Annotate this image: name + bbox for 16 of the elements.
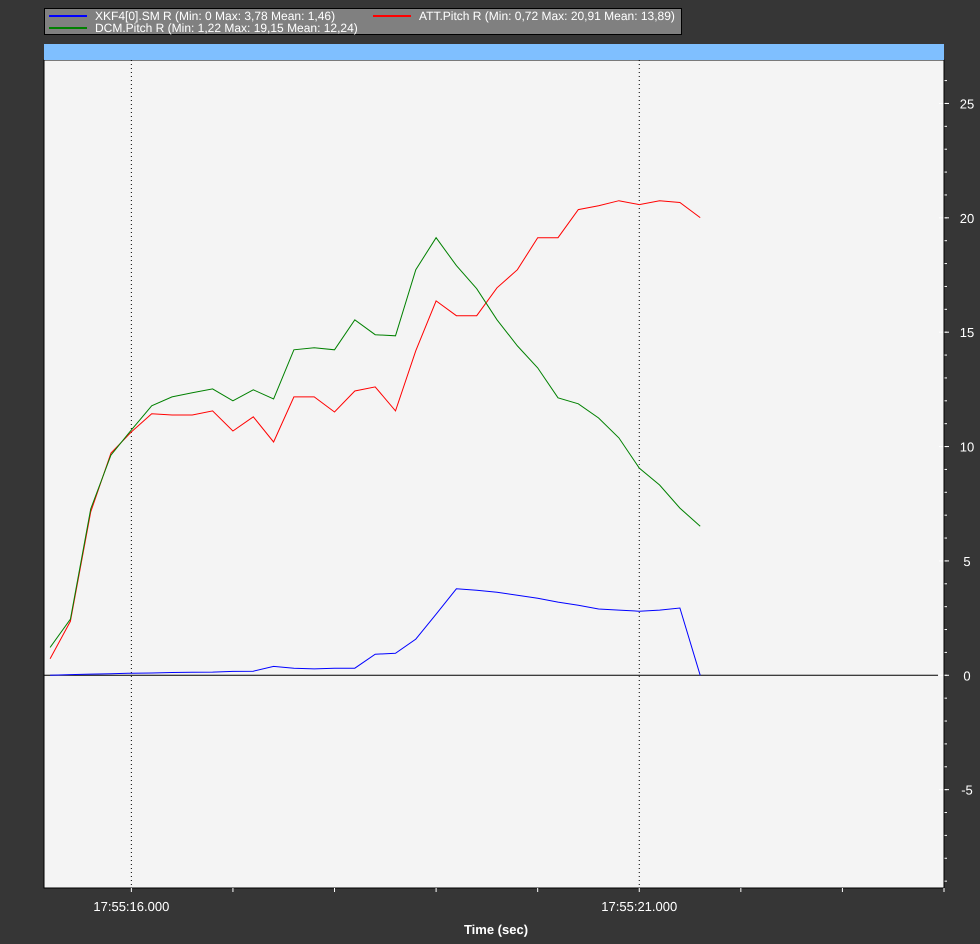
legend-line-icon bbox=[373, 15, 411, 17]
y-tick-label: 10 bbox=[960, 440, 974, 455]
x-tick-label: 17:55:16.000 bbox=[93, 899, 170, 914]
legend-label: DCM.Pitch R (Min: 1,22 Max: 19,15 Mean: 12,24) bbox=[95, 22, 358, 34]
legend-label: ATT.Pitch R (Min: 0,72 Max: 20,91 Mean: 13,89) bbox=[419, 10, 675, 22]
y-tick-label: 25 bbox=[960, 96, 974, 112]
y-tick-label: 20 bbox=[960, 210, 974, 226]
axis-title: Time (sec) bbox=[464, 922, 528, 937]
y-tick-label: 0 bbox=[963, 668, 971, 684]
y-tick-label: -5 bbox=[961, 782, 973, 798]
x-tick-label: 17:55:21.000 bbox=[601, 899, 678, 914]
legend-label: XKF4[0].SM R (Min: 0 Max: 3,78 Mean: 1,46) bbox=[95, 10, 336, 22]
legend-line-icon bbox=[49, 15, 87, 17]
y-tick-label: 5 bbox=[963, 554, 971, 569]
legend-line-icon bbox=[49, 27, 87, 29]
y-tick-label: 15 bbox=[960, 325, 974, 340]
